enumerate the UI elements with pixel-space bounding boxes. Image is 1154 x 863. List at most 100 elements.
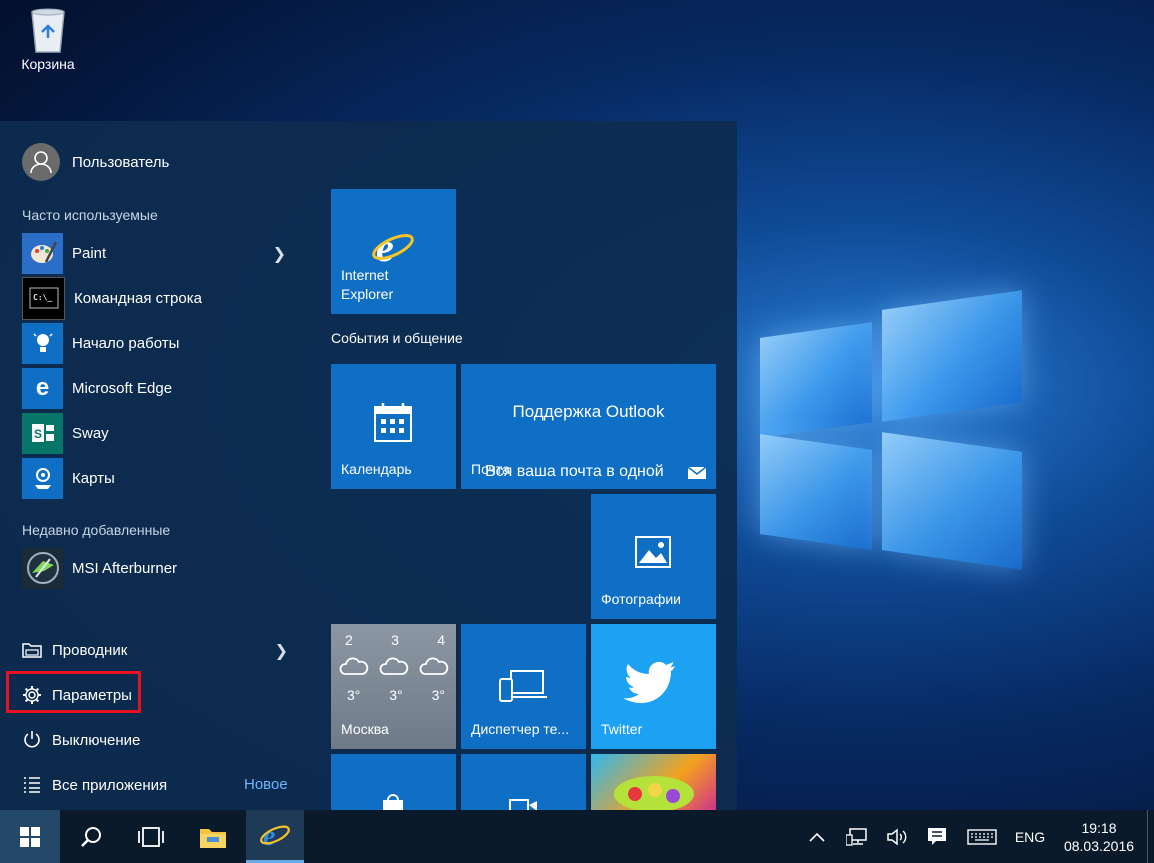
gear-icon: [22, 685, 42, 705]
app-label: Microsoft Edge: [72, 379, 173, 397]
clock-date: 08.03.2016: [1063, 837, 1135, 854]
power-label: Выключение: [52, 731, 141, 749]
app-label: Paint: [72, 244, 107, 262]
tile-mail[interactable]: Поддержка Outlook Почта Вся ваша почта в…: [461, 364, 716, 489]
app-label: MSI Afterburner: [72, 559, 178, 577]
clock-button[interactable]: 19:18 08.03.2016: [1056, 810, 1142, 863]
network-icon: [846, 827, 867, 846]
most-used-header: Часто используемые: [22, 207, 158, 223]
app-command-prompt[interactable]: C:\_ Командная строка: [22, 276, 290, 320]
tile-device-manager[interactable]: Диспетчер те...: [461, 624, 586, 749]
video-camera-icon: [509, 798, 539, 810]
search-icon: [81, 826, 101, 847]
weather-day: 4: [437, 632, 445, 648]
tile-internet-explorer[interactable]: e Internet Explorer: [331, 189, 456, 314]
file-explorer-icon: [200, 828, 226, 848]
touch-keyboard-button[interactable]: [962, 810, 1002, 863]
cloud-icon: [339, 657, 369, 675]
clock-time: 19:18: [1081, 819, 1117, 836]
recently-added-header: Недавно добавленные: [22, 522, 171, 538]
action-center-button[interactable]: [922, 810, 952, 863]
recycle-bin-label: Корзина: [21, 56, 75, 72]
internet-explorer-taskbar-button[interactable]: e: [246, 810, 304, 863]
mail-tile-title: Поддержка Outlook: [512, 402, 665, 421]
explorer-label: Проводник: [52, 641, 128, 659]
weather-day: 2: [345, 632, 353, 648]
tile-candy-crush[interactable]: [591, 754, 716, 810]
svg-text:e: e: [263, 821, 275, 851]
wallpaper-windows-logo: [740, 270, 1040, 590]
weather-temp: 3°: [389, 687, 403, 703]
app-label: Sway: [72, 424, 109, 442]
speaker-icon: [887, 827, 907, 846]
calendar-icon: [373, 402, 413, 449]
weather-temp: 3°: [431, 687, 445, 703]
notification-icon: [928, 827, 946, 845]
task-view-icon: [138, 826, 164, 847]
paint-icon: [22, 232, 63, 274]
chevron-right-icon[interactable]: ❯: [273, 244, 286, 264]
svg-text:C:\_: C:\_: [33, 293, 52, 302]
power-button[interactable]: Выключение: [22, 722, 292, 758]
tile-label: Календарь: [341, 461, 412, 477]
weather-icons: [339, 654, 449, 678]
user-avatar-icon: [22, 143, 60, 181]
mail-tile-text: Вся ваша почта в одной: [485, 463, 664, 480]
start-button[interactable]: [0, 810, 60, 863]
app-paint[interactable]: Paint ❯: [22, 232, 290, 274]
list-icon: [22, 775, 42, 795]
chevron-right-icon[interactable]: ❯: [275, 641, 288, 661]
new-badge: Новое: [244, 776, 288, 793]
maps-icon: [22, 457, 63, 499]
recycle-bin-desktop-icon[interactable]: Корзина: [12, 6, 84, 72]
twitter-bird-icon: [623, 660, 677, 711]
store-bag-icon: [379, 794, 407, 810]
cloud-icon: [379, 657, 409, 675]
tile-movies[interactable]: [461, 754, 586, 810]
volume-button[interactable]: [882, 810, 912, 863]
search-button[interactable]: [62, 810, 120, 863]
app-microsoft-edge[interactable]: e Microsoft Edge: [22, 367, 290, 409]
weather-temps: 3° 3° 3°: [347, 687, 445, 703]
app-maps[interactable]: Карты: [22, 457, 290, 499]
chevron-up-icon: [809, 832, 825, 842]
explorer-button[interactable]: Проводник ❯: [22, 632, 292, 668]
weather-days: 2 3 4: [345, 632, 445, 648]
user-name: Пользователь: [72, 153, 170, 171]
tile-weather[interactable]: 2 3 4 3° 3° 3° Москва: [331, 624, 456, 749]
app-msi-afterburner[interactable]: MSI Afterburner: [22, 547, 290, 589]
windows-logo-icon: [20, 826, 40, 847]
tile-twitter[interactable]: Twitter: [591, 624, 716, 749]
network-button[interactable]: [842, 810, 872, 863]
weather-temp: 3°: [347, 687, 361, 703]
tile-label: Фотографии: [601, 591, 682, 607]
tile-label: Internet Explorer: [341, 267, 394, 302]
tile-calendar[interactable]: Календарь: [331, 364, 456, 489]
task-view-button[interactable]: [122, 810, 180, 863]
all-apps-label: Все приложения: [52, 776, 168, 794]
settings-button[interactable]: Параметры: [22, 677, 132, 713]
show-desktop-button[interactable]: [1147, 810, 1154, 863]
app-label: Карты: [72, 469, 115, 487]
tile-photos[interactable]: Фотографии: [591, 494, 716, 619]
candy-icon: [611, 768, 697, 810]
tile-group-title: События и общение: [331, 330, 463, 346]
tile-label: Москва: [341, 721, 389, 737]
edge-icon: e: [22, 367, 63, 409]
photos-icon: [635, 536, 671, 573]
user-account-button[interactable]: Пользователь: [22, 142, 169, 182]
get-started-icon: [22, 322, 63, 364]
msi-afterburner-icon: [22, 547, 63, 589]
sway-icon: S: [22, 412, 63, 454]
app-sway[interactable]: S Sway: [22, 412, 290, 454]
show-hidden-icons-button[interactable]: [806, 810, 828, 863]
tile-store[interactable]: [331, 754, 456, 810]
app-get-started[interactable]: Начало работы: [22, 322, 290, 364]
weather-day: 3: [391, 632, 399, 648]
recycle-bin-icon: [28, 6, 68, 53]
file-explorer-taskbar-button[interactable]: [184, 810, 242, 863]
cloud-icon: [419, 657, 449, 675]
internet-explorer-icon: e: [260, 821, 290, 851]
devices-icon: [499, 669, 549, 708]
language-indicator[interactable]: ENG: [1010, 810, 1050, 863]
